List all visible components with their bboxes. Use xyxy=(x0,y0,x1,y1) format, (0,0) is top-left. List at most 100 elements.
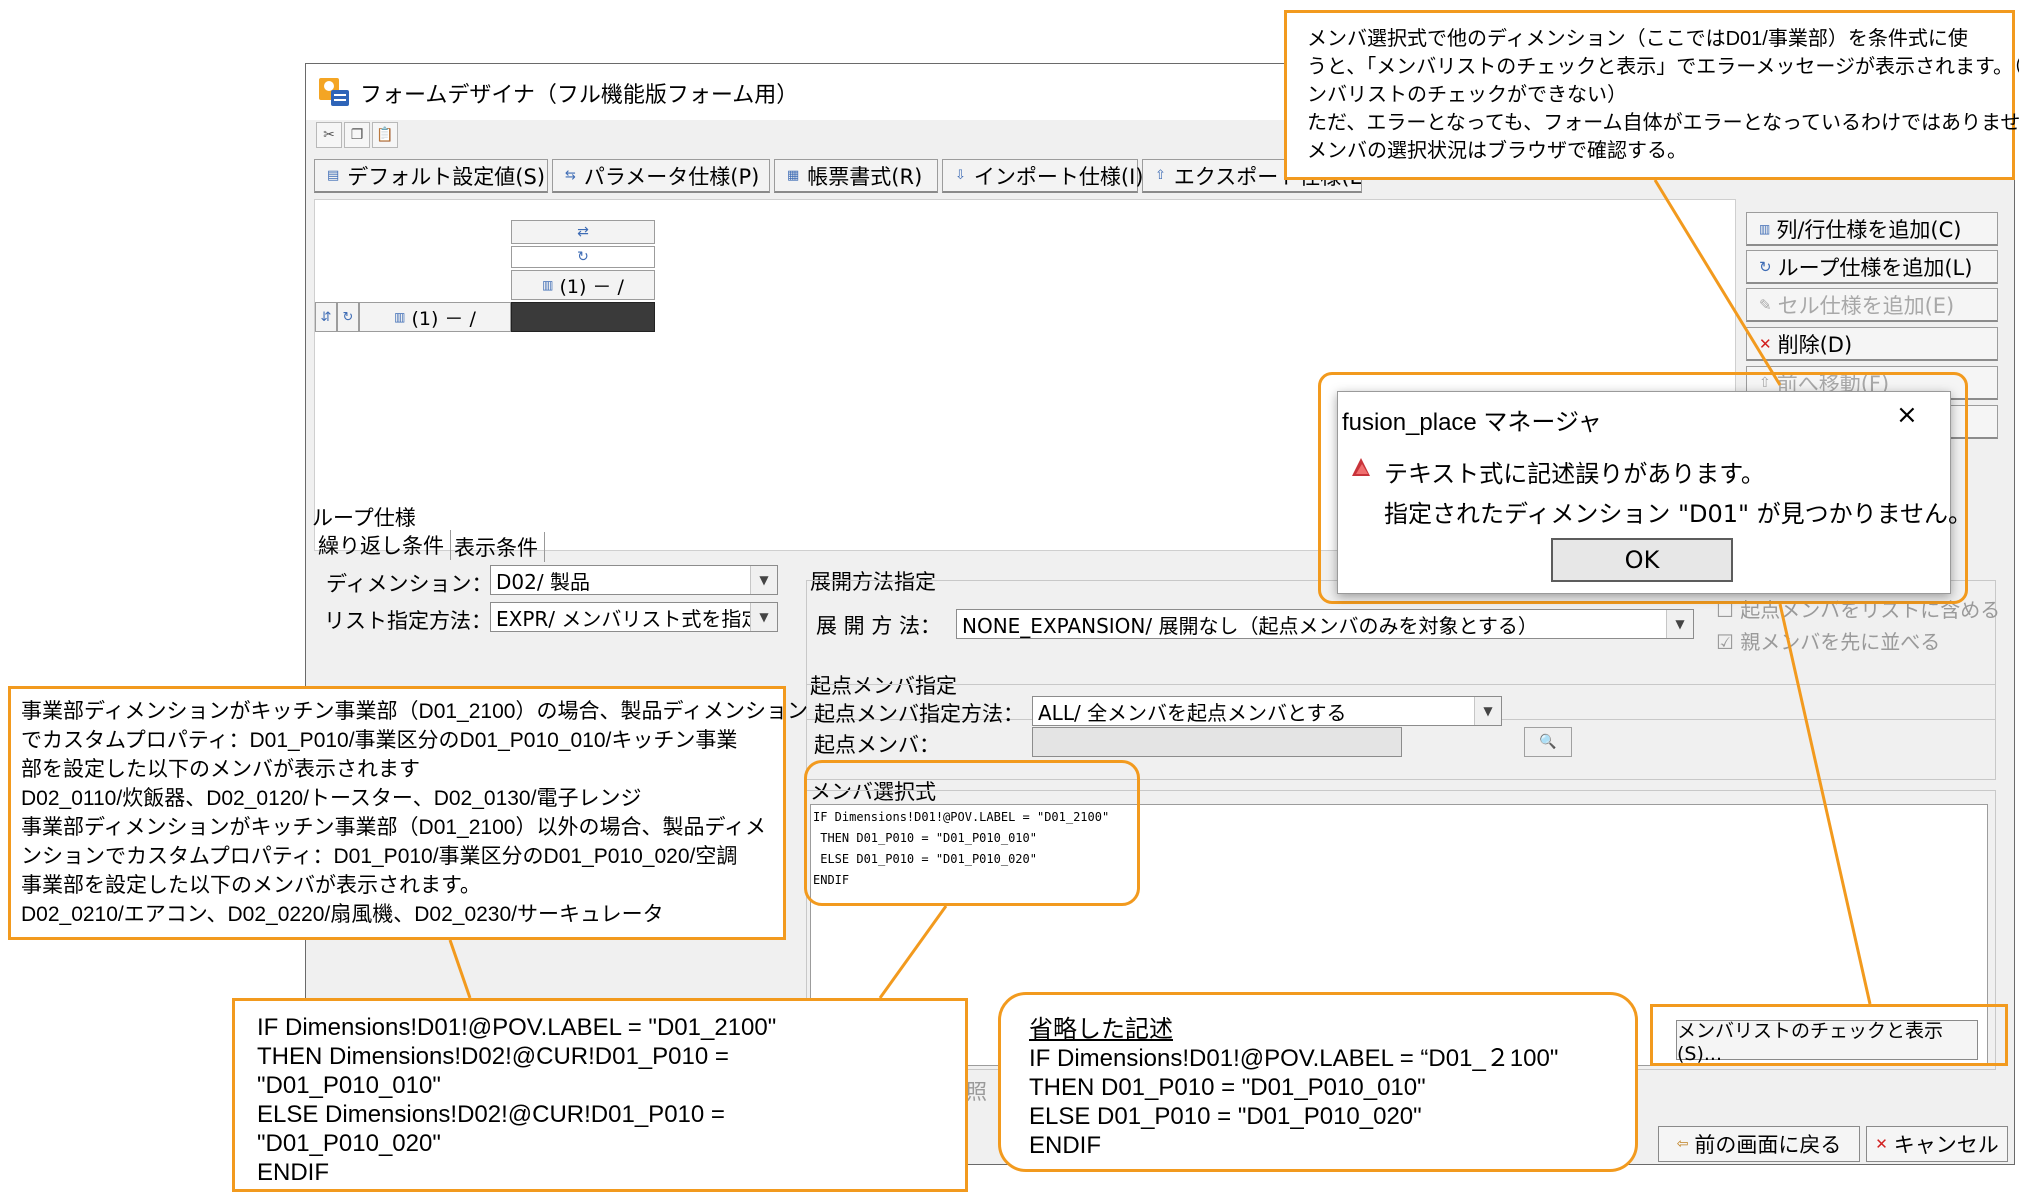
button-label: 列/行仕様を追加(C) xyxy=(1776,217,1962,242)
default-icon: ▤ xyxy=(327,168,340,183)
paste-icon[interactable]: 📋 xyxy=(372,122,398,148)
chevron-down-icon: ▼ xyxy=(1666,610,1693,638)
dialog-title: fusion_place マネージャ xyxy=(1342,409,1602,436)
delete-button[interactable]: ✕ 削除(D) xyxy=(1746,327,1998,361)
expansion-method-value: NONE_EXPANSION/ 展開なし（起点メンバのみを対象とする） xyxy=(962,613,1538,638)
callout-line: 省略した記述 xyxy=(1029,1016,1173,1043)
callout-line: 事業部ディメンションがキッチン事業部（D01_2100）の場合、製品ディメンショ… xyxy=(21,700,808,723)
callout-line: ELSE D01_P010 = "D01_P010_020" xyxy=(1029,1103,1422,1130)
parameter-icon: ⇆ xyxy=(565,168,576,183)
callout-line: ELSE Dimensions!D02!@CUR!D01_P010 = xyxy=(257,1101,725,1128)
button-label: 削除(D) xyxy=(1777,332,1853,357)
callout-line: "D01_P010_020" xyxy=(257,1130,441,1157)
import-icon: ⇩ xyxy=(955,168,966,183)
callout-line: ンションでカスタムプロパティ：D01_P010/事業区分のD01_P010_02… xyxy=(21,845,738,868)
error-message-line1: テキスト式に記述誤りがあります。 xyxy=(1384,460,1765,488)
dimension-label: ディメンション： xyxy=(326,572,493,596)
selected-cell[interactable] xyxy=(511,302,655,332)
expansion-method-label: 展 開 方 法： xyxy=(816,614,942,638)
app-icon xyxy=(318,76,350,108)
loop-spec-title: ループ仕様 xyxy=(312,506,416,530)
expression-highlight xyxy=(804,760,1140,906)
error-icon xyxy=(1348,454,1374,484)
list-method-label: リスト指定方法： xyxy=(324,609,492,633)
tab-label: デフォルト設定値(S) xyxy=(347,164,546,189)
error-dialog: fusion_place マネージャ × テキスト式に記述誤りがあります。 指定… xyxy=(1337,391,1972,594)
callout-abbreviated: 省略した記述 IF Dimensions!D01!@POV.LABEL = “D… xyxy=(998,992,1638,1172)
row-loop-icon[interactable]: ↻ xyxy=(337,302,359,332)
loop-icon[interactable]: ↻ xyxy=(511,246,655,268)
chevron-down-icon: ▼ xyxy=(750,566,777,594)
swap-icon[interactable]: ⇄ xyxy=(511,220,655,244)
callout-top-right: メンバ選択式で他のディメンション（ここではD01/事業部）を条件式に使 うと、「… xyxy=(1284,10,2019,180)
callout-line: D02_0110/炊飯器、D02_0120/トースター、D02_0130/電子レ… xyxy=(21,787,642,810)
callout-left: 事業部ディメンションがキッチン事業部（D01_2100）の場合、製品ディメンショ… xyxy=(8,686,808,940)
origin-method-value: ALL/ 全メンバを起点メンバとする xyxy=(1038,700,1347,725)
callout-line: 部を設定した以下のメンバが表示されます xyxy=(21,758,420,781)
cancel-x-icon: ✕ xyxy=(1875,1135,1888,1153)
delete-x-icon: ✕ xyxy=(1759,334,1772,353)
row-arrow-icon[interactable]: ⇵ xyxy=(315,302,337,332)
back-button[interactable]: ⇦ 前の画面に戻る xyxy=(1658,1126,1860,1162)
callout-line: うと、「メンバリストのチェックと表示」でエラーメッセージが表示されます。（メ xyxy=(1307,56,2019,78)
button-label: 前の画面に戻る xyxy=(1694,1133,1842,1157)
callout-line: THEN Dimensions!D02!@CUR!D01_P010 = xyxy=(257,1043,729,1070)
copy-icon[interactable]: ❐ xyxy=(344,122,370,148)
grid-icon: ▥ xyxy=(542,278,554,292)
add-cell-spec-button[interactable]: ✎ セル仕様を追加(E) xyxy=(1746,288,1998,322)
origin-member-field[interactable] xyxy=(1032,727,1402,757)
window-title: フォームデザイナ（フル機能版フォーム用） xyxy=(360,83,799,108)
add-loop-spec-button[interactable]: ↻ ループ仕様を追加(L) xyxy=(1746,250,1998,284)
add-row-column-spec-button[interactable]: ▥ 列/行仕様を追加(C) xyxy=(1746,212,1998,246)
callout-line: メンバ選択式で他のディメンション（ここではD01/事業部）を条件式に使 xyxy=(1307,28,1968,50)
tab-parameter-spec[interactable]: ⇆ パラメータ仕様(P) xyxy=(552,159,770,193)
column-spec-label: (1) － / xyxy=(559,275,624,298)
grid-icon: ▥ xyxy=(1759,221,1771,236)
back-icon: ⇦ xyxy=(1676,1136,1689,1152)
callout-line: THEN D01_P010 = "D01_P010_010" xyxy=(1029,1074,1426,1101)
error-message-line2: 指定されたディメンション "D01" が見つかりません。 xyxy=(1384,500,1972,528)
export-icon: ⇧ xyxy=(1155,168,1166,183)
report-icon: ▦ xyxy=(787,168,800,183)
callout-line: "D01_P010_010" xyxy=(257,1072,441,1099)
list-method-select[interactable]: EXPR/ メンバリスト式を指定 ▼ xyxy=(490,602,778,632)
search-icon[interactable]: 🔍 xyxy=(1524,727,1572,757)
list-method-value: EXPR/ メンバリスト式を指定 xyxy=(496,606,762,631)
tab-import-spec[interactable]: ⇩ インポート仕様(I) xyxy=(942,159,1144,193)
pencil-icon: ✎ xyxy=(1759,295,1772,314)
dimension-value: D02/ 製品 xyxy=(496,569,590,594)
tab-report-format[interactable]: ▦ 帳票書式(R) xyxy=(774,159,938,193)
scissors-icon[interactable]: ✂ xyxy=(316,122,342,148)
row-spec-label: (1) － / xyxy=(411,307,476,330)
callout-line: ENDIF xyxy=(1029,1132,1101,1159)
ok-button[interactable]: OK xyxy=(1551,538,1733,582)
loop-icon: ↻ xyxy=(1759,257,1772,276)
callout-line: でカスタムプロパティ：D01_P010/事業区分のD01_P010_010/キッ… xyxy=(21,729,738,752)
partial-label: 照 xyxy=(966,1080,987,1104)
chevron-down-icon: ▼ xyxy=(1474,697,1501,725)
tab-display-condition[interactable]: 表示条件 xyxy=(454,532,545,562)
edit-toolbar: ✂ ❐ 📋 xyxy=(316,122,398,152)
close-icon[interactable]: × xyxy=(1896,400,1918,430)
tab-label: パラメータ仕様(P) xyxy=(583,164,760,189)
check-button-highlight xyxy=(1650,1004,2008,1066)
button-label: セル仕様を追加(E) xyxy=(1777,293,1955,318)
tab-repeat-condition[interactable]: 繰り返し条件 xyxy=(318,530,451,560)
row-spec-cell[interactable]: ▥ (1) － / xyxy=(359,302,511,332)
dimension-select[interactable]: D02/ 製品 ▼ xyxy=(490,565,778,595)
cancel-button[interactable]: ✕ キャンセル xyxy=(1866,1126,2008,1162)
checkbox-label: 親メンバを先に並べる xyxy=(1740,630,1941,654)
origin-method-label: 起点メンバ指定方法： xyxy=(814,702,1024,726)
callout-line: 事業部ディメンションがキッチン事業部（D01_2100）以外の場合、製品ディメ xyxy=(21,816,766,839)
column-spec-cell[interactable]: ▥ (1) － / xyxy=(511,270,655,300)
tab-label: 帳票書式(R) xyxy=(807,164,923,189)
tab-default-settings[interactable]: ▤ デフォルト設定値(S) xyxy=(314,159,548,193)
origin-member-label: 起点メンバ： xyxy=(814,733,940,757)
callout-line: 事業部を設定した以下のメンバが表示されます。 xyxy=(21,874,481,897)
parent-first-checkbox[interactable]: ☑ 親メンバを先に並べる xyxy=(1716,626,1940,655)
callout-line: IF Dimensions!D01!@POV.LABEL = “D01_２100… xyxy=(1029,1045,1559,1072)
callout-line: メンバの選択状況はブラウザで確認する。 xyxy=(1307,140,1687,162)
expansion-method-select[interactable]: NONE_EXPANSION/ 展開なし（起点メンバのみを対象とする） ▼ xyxy=(956,609,1694,639)
callout-line: ただ、エラーとなっても、フォーム自体がエラーとなっているわけではありません。 xyxy=(1307,112,2019,134)
origin-method-select[interactable]: ALL/ 全メンバを起点メンバとする ▼ xyxy=(1032,696,1502,726)
